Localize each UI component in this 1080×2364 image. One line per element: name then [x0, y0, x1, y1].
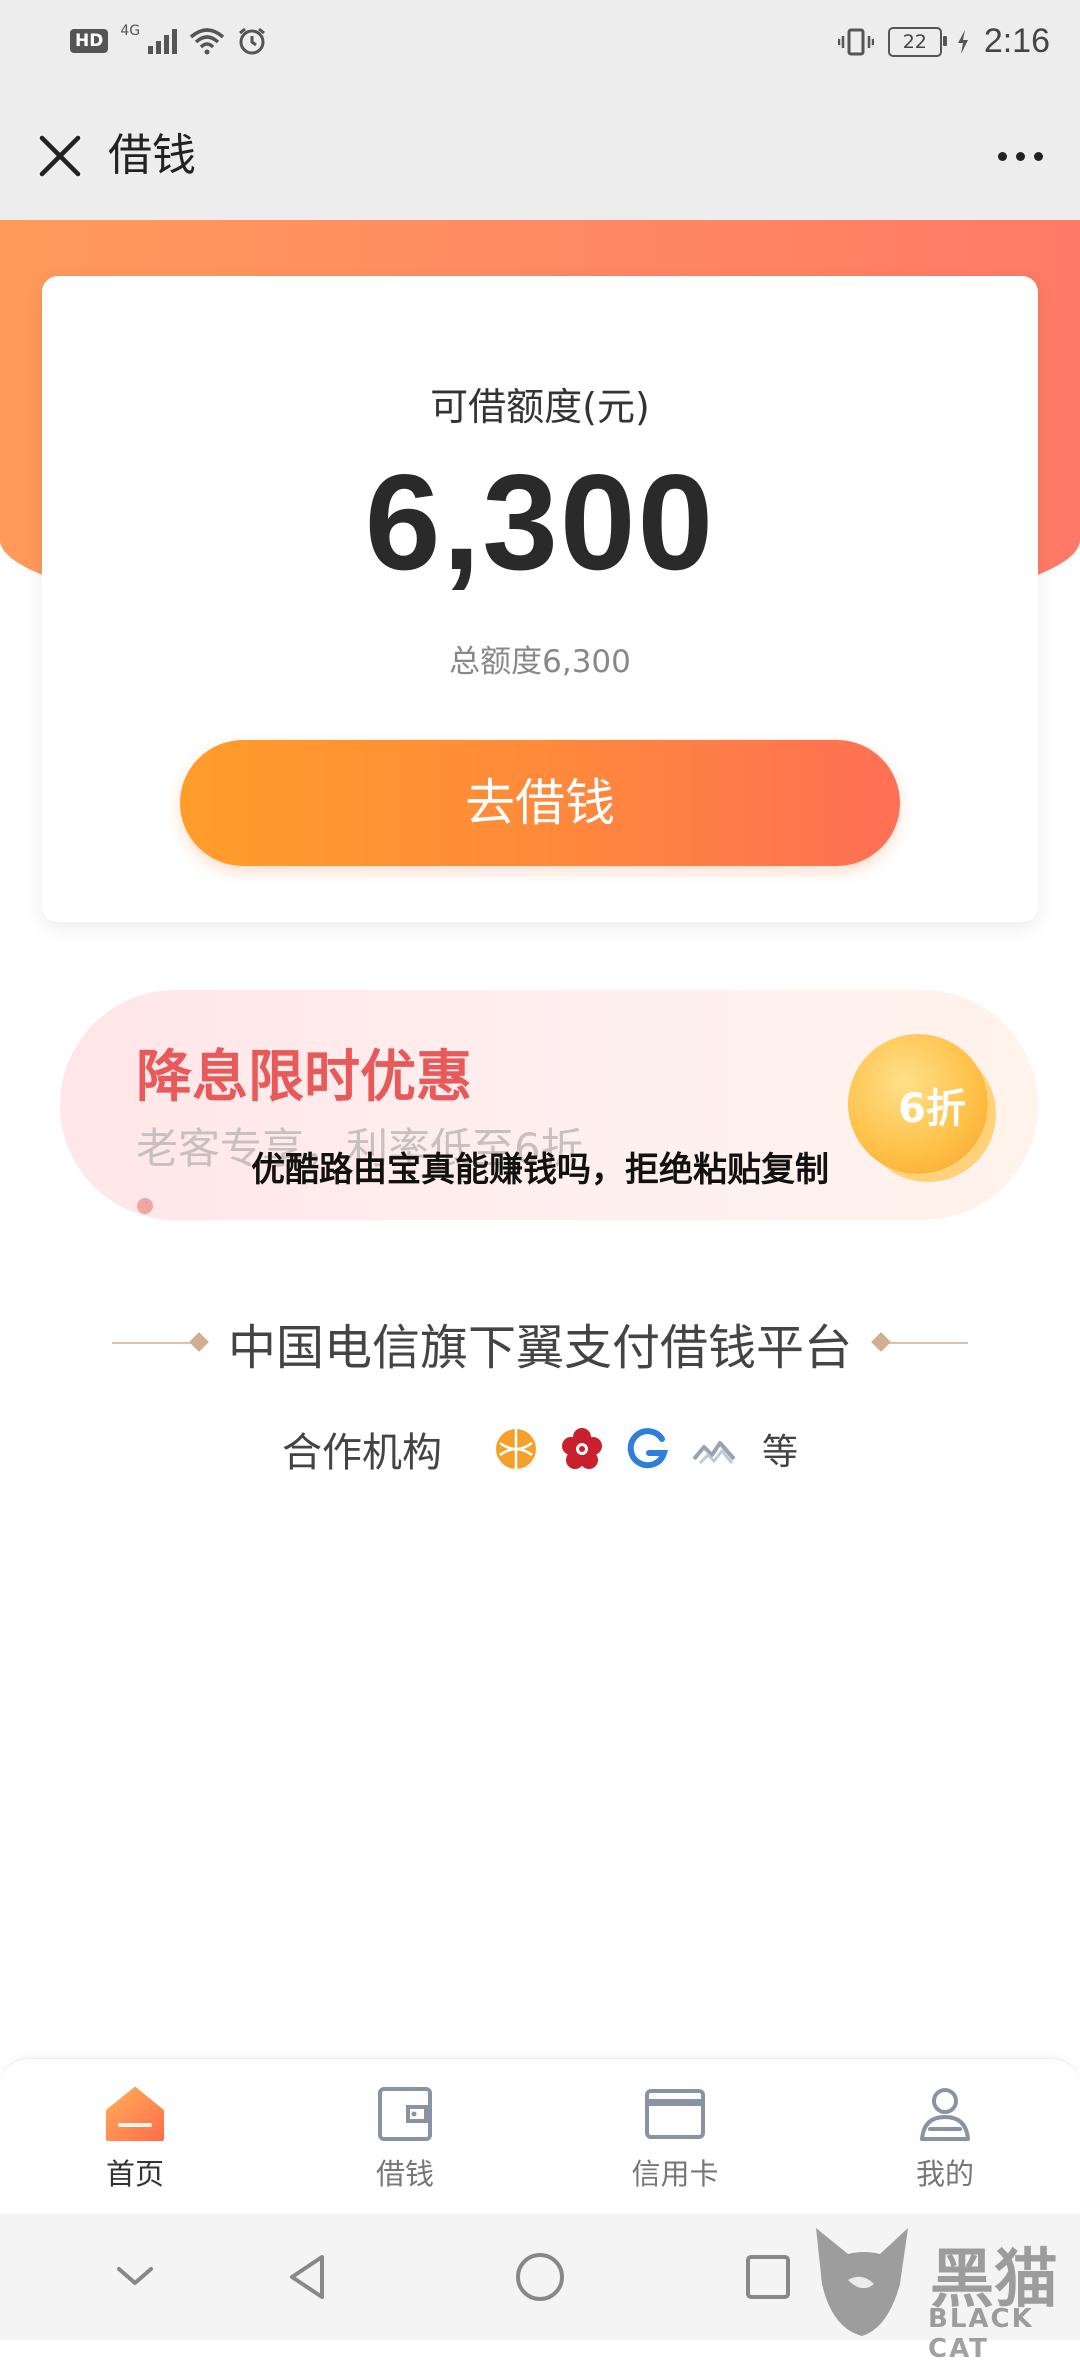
platform-text: 中国电信旗下翼支付借钱平台 [227, 1320, 852, 1376]
ornament-right [878, 1342, 968, 1344]
status-right: 22 2:16 [837, 22, 1050, 61]
status-bar: HD 4G 22 2:16 [0, 0, 1080, 92]
borrow-button[interactable]: 去借钱 [180, 740, 900, 866]
bottom-tab-bar: 首页 借钱 信用卡 我的 [0, 2058, 1080, 2215]
tab-borrow[interactable]: 借钱 [270, 2059, 540, 2215]
profile-icon [920, 2088, 970, 2141]
tab-home-label: 首页 [105, 2157, 164, 2191]
back-triangle-icon [290, 2255, 324, 2299]
platform-info: 中国电信旗下翼支付借钱平台 [0, 1308, 1080, 1378]
nav-home-button[interactable] [510, 2247, 570, 2307]
promo-title: 降息限时优惠 [136, 1045, 472, 1110]
credit-card-icon [645, 2089, 705, 2139]
network-type: 4G [120, 23, 141, 39]
tab-mine[interactable]: 我的 [810, 2059, 1080, 2215]
tab-mine-label: 我的 [915, 2157, 974, 2191]
quota-card: 可借额度(元) 6,300 总额度6,300 去借钱 [42, 276, 1038, 922]
tab-home[interactable]: 首页 [0, 2059, 270, 2215]
status-left: HD 4G [70, 23, 267, 56]
available-quota-label: 可借额度(元) [430, 385, 650, 429]
home-icon [106, 2087, 164, 2141]
wallet-icon [378, 2087, 432, 2141]
carousel-indicator [137, 1198, 153, 1214]
recents-square-icon [746, 2255, 790, 2299]
overlay-caption: 优酷路由宝真能赚钱吗，拒绝粘贴复制 [251, 1150, 829, 1190]
charging-icon [957, 29, 968, 54]
partner-logo-blue-g-icon [627, 1428, 669, 1469]
home-circle-icon [516, 2253, 564, 2301]
ornament-left [111, 1342, 202, 1344]
signal-icon [148, 28, 178, 54]
partner-logo-red-flower-icon [561, 1428, 602, 1469]
close-icon [39, 135, 81, 177]
wifi-icon [189, 28, 225, 55]
tab-borrow-label: 借钱 [375, 2157, 434, 2191]
clock: 2:16 [983, 22, 1050, 60]
title-bar: 借钱 [0, 92, 1080, 220]
chevron-down-icon [117, 2267, 153, 2285]
watermark-subtext: BLACK CAT [928, 2304, 1034, 2364]
partners-row: 合作机构 等 [0, 1420, 1080, 1478]
battery-icon: 22 [887, 26, 947, 57]
page-title: 借钱 [108, 130, 196, 181]
tab-credit-card[interactable]: 信用卡 [540, 2059, 810, 2215]
partner-logo-grey-wave-icon [692, 1441, 736, 1465]
partner-logo-orange-icon [495, 1429, 536, 1469]
nav-recents-button[interactable] [738, 2247, 798, 2307]
partners-etc: 等 [761, 1432, 798, 1473]
close-button[interactable] [30, 126, 90, 186]
discount-badge: 6折 [898, 1086, 966, 1132]
nav-back-button[interactable] [278, 2247, 338, 2307]
total-quota-label: 总额度6,300 [449, 644, 631, 680]
tab-credit-card-label: 信用卡 [631, 2157, 719, 2191]
vibrate-icon [837, 28, 874, 55]
available-quota-amount: 6,300 [364, 446, 716, 598]
hd-badge: HD [70, 29, 109, 53]
alarm-icon [239, 27, 266, 55]
more-button[interactable] [990, 126, 1050, 186]
partners-label: 合作机构 [281, 1430, 442, 1476]
battery-level: 22 [902, 30, 927, 53]
more-icon [997, 151, 1007, 161]
nav-hide-keyboard-button[interactable] [105, 2247, 165, 2307]
